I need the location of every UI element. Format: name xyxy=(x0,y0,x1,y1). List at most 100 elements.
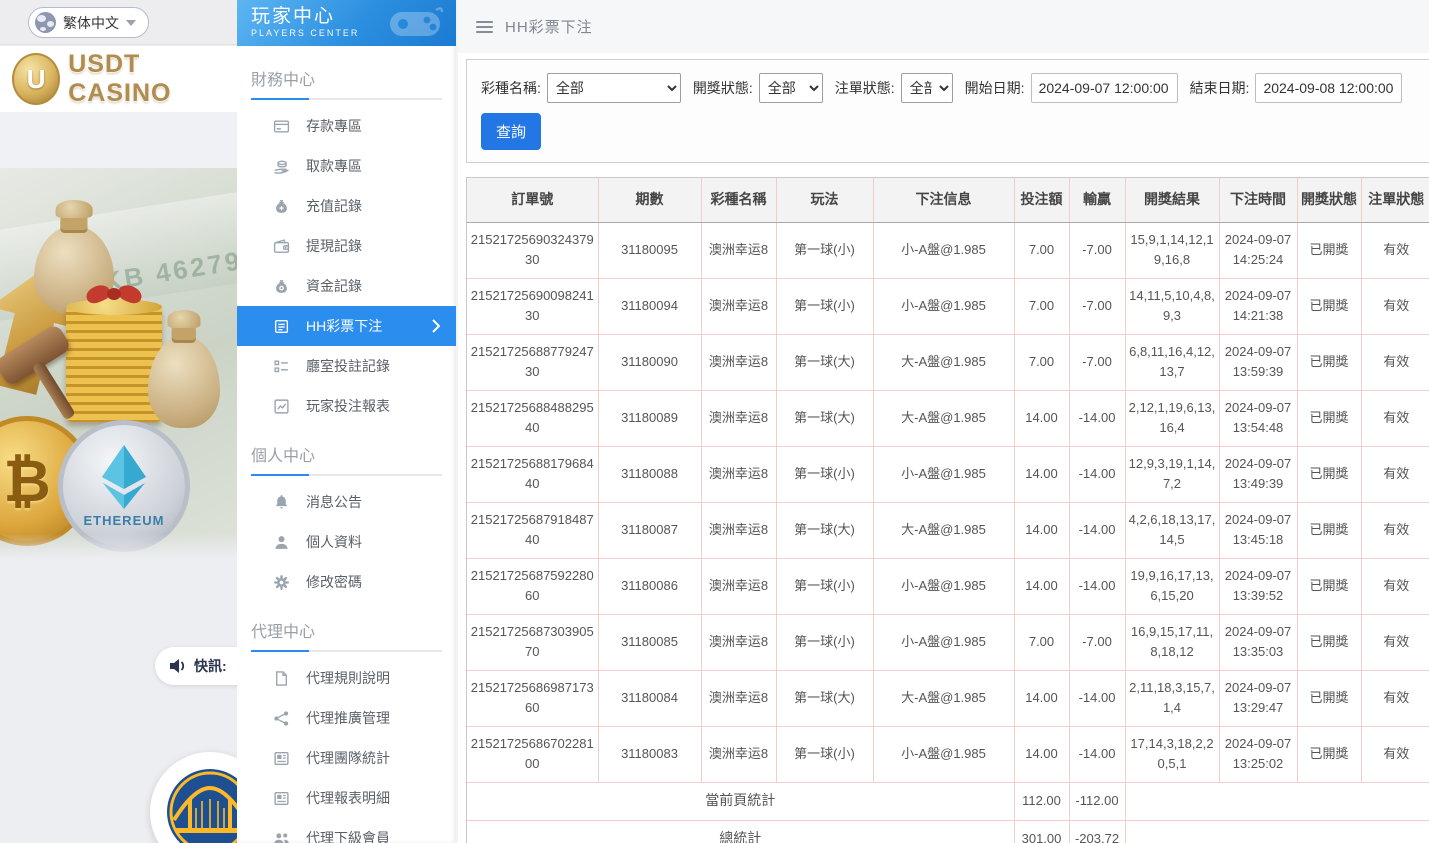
order-status-select[interactable]: 全部 xyxy=(901,73,953,103)
total-empty-cell xyxy=(1125,782,1429,820)
team-badge xyxy=(150,752,237,843)
cell-order-no: 2152172569032437930 xyxy=(467,222,598,278)
cell-draw-status: 已開獎 xyxy=(1297,222,1361,278)
sidebar-section-title: 代理中心 xyxy=(237,602,456,650)
sidebar-item-agent-promotion[interactable]: 代理推廣管理 xyxy=(237,698,456,738)
cell-order-status: 有效 xyxy=(1361,670,1429,726)
cell-win-loss: -7.00 xyxy=(1069,614,1125,670)
card-icon xyxy=(273,118,290,135)
table-row: 215217256875922806031180086澳洲幸运8第一球(小)小-… xyxy=(467,558,1429,614)
cell-draw-result: 19,9,16,17,13,6,15,20 xyxy=(1125,558,1219,614)
lottery-name-select[interactable]: 全部 xyxy=(547,73,681,103)
end-date-label: 結束日期: xyxy=(1190,78,1250,98)
language-selector[interactable]: 繁体中文 xyxy=(28,7,149,38)
brand-logo[interactable]: U USDT CASINO xyxy=(0,46,237,112)
sidebar-item-hh-lottery-bet[interactable]: HH彩票下注 xyxy=(237,306,456,346)
cell-period: 31180086 xyxy=(598,558,701,614)
cell-period: 31180085 xyxy=(598,614,701,670)
sidebar-item-profile[interactable]: 個人資料 xyxy=(237,522,456,562)
cell-bet-amount: 7.00 xyxy=(1014,278,1069,334)
sidebar-item-player-bet-report[interactable]: 玩家投注報表 xyxy=(237,386,456,426)
table-row: 215217256879184874031180087澳洲幸运8第一球(大)大-… xyxy=(467,502,1429,558)
cell-win-loss: -14.00 xyxy=(1069,502,1125,558)
hamburger-icon[interactable] xyxy=(476,21,493,33)
sidebar-menu: 財務中心存款專區取款專區充值記錄提現記錄資金記錄HH彩票下注廳室投註記錄玩家投注… xyxy=(237,46,456,843)
sidebar-item-hall-bet-record[interactable]: 廳室投註記錄 xyxy=(237,346,456,386)
cell-bet-time: 2024-09-07 14:25:24 xyxy=(1219,222,1297,278)
col-header-win-loss: 輸贏 xyxy=(1069,178,1125,222)
sidebar-item-withdraw-record[interactable]: 提現記錄 xyxy=(237,226,456,266)
cell-lottery-name: 澳洲幸运8 xyxy=(701,334,776,390)
cell-bet-time: 2024-09-07 13:25:02 xyxy=(1219,726,1297,782)
draw-status-select[interactable]: 全部 xyxy=(759,73,823,103)
cell-order-status: 有效 xyxy=(1361,222,1429,278)
gear-icon xyxy=(273,574,290,591)
cell-draw-status: 已開獎 xyxy=(1297,390,1361,446)
col-header-draw-status: 開獎狀態 xyxy=(1297,178,1361,222)
sidebar-item-agent-sub-members[interactable]: 代理下級會員 xyxy=(237,818,456,843)
table-row: 215217256903243793031180095澳洲幸运8第一球(小)小-… xyxy=(467,222,1429,278)
sidebar-header: 玩家中心 PLAYERS CENTER xyxy=(237,0,456,46)
end-date-input[interactable] xyxy=(1255,73,1402,103)
cell-lottery-name: 澳洲幸运8 xyxy=(701,446,776,502)
current-page-total-row: 當前頁統計112.00-112.00 xyxy=(467,782,1429,820)
lottery-name-label: 彩種名稱: xyxy=(481,78,541,98)
section-underline xyxy=(251,650,442,652)
bell-icon xyxy=(273,494,290,511)
search-button[interactable]: 查詢 xyxy=(481,113,541,150)
cell-bet-time: 2024-09-07 13:35:03 xyxy=(1219,614,1297,670)
cell-bet-info: 大-A盤@1.985 xyxy=(873,390,1014,446)
sidebar-item-label: 消息公告 xyxy=(306,492,362,512)
chevron-down-icon xyxy=(126,20,136,26)
wallet-icon xyxy=(273,238,290,255)
cell-play: 第一球(小) xyxy=(776,278,873,334)
cell-order-no: 2152172568877924730 xyxy=(467,334,598,390)
cell-play: 第一球(大) xyxy=(776,670,873,726)
basketball-team-logo-icon xyxy=(166,768,237,843)
table-row: 215217256881796844031180088澳洲幸运8第一球(小)小-… xyxy=(467,446,1429,502)
cell-lottery-name: 澳洲幸运8 xyxy=(701,390,776,446)
cell-play: 第一球(小) xyxy=(776,726,873,782)
news-ticker[interactable]: 快訊: xyxy=(155,647,237,685)
sidebar-item-recharge-record[interactable]: 充值記錄 xyxy=(237,186,456,226)
cell-bet-amount: 7.00 xyxy=(1014,334,1069,390)
moneybag-coin-icon xyxy=(273,278,290,295)
cell-bet-info: 小-A盤@1.985 xyxy=(873,446,1014,502)
total-bet-amount: 112.00 xyxy=(1014,782,1069,820)
sidebar-item-deposit-zone[interactable]: 存款專區 xyxy=(237,106,456,146)
cell-period: 31180084 xyxy=(598,670,701,726)
cell-bet-info: 大-A盤@1.985 xyxy=(873,334,1014,390)
speaker-icon xyxy=(169,658,187,674)
start-date-label: 開始日期: xyxy=(965,78,1025,98)
sidebar-item-agent-rules[interactable]: 代理規則說明 xyxy=(237,658,456,698)
sidebar-item-label: 代理報表明細 xyxy=(306,788,390,808)
cell-lottery-name: 澳洲幸运8 xyxy=(701,558,776,614)
sidebar-item-fund-record[interactable]: 資金記錄 xyxy=(237,266,456,306)
cell-bet-time: 2024-09-07 13:54:48 xyxy=(1219,390,1297,446)
sidebar-item-agent-team-stats[interactable]: 代理團隊統計 xyxy=(237,738,456,778)
cell-draw-status: 已開獎 xyxy=(1297,446,1361,502)
ribbon-bow-decor xyxy=(86,286,142,312)
sidebar-item-label: 資金記錄 xyxy=(306,276,362,296)
sidebar-item-announcements[interactable]: 消息公告 xyxy=(237,482,456,522)
cell-bet-info: 小-A盤@1.985 xyxy=(873,558,1014,614)
ethereum-diamond-icon xyxy=(101,445,147,509)
cell-draw-status: 已開獎 xyxy=(1297,670,1361,726)
top-strip: 繁体中文 xyxy=(0,0,237,45)
cell-bet-info: 小-A盤@1.985 xyxy=(873,726,1014,782)
background-band xyxy=(0,112,237,168)
sidebar-item-label: 代理規則說明 xyxy=(306,668,390,688)
cell-win-loss: -7.00 xyxy=(1069,334,1125,390)
cell-bet-time: 2024-09-07 13:39:52 xyxy=(1219,558,1297,614)
cell-bet-amount: 14.00 xyxy=(1014,502,1069,558)
cell-bet-amount: 7.00 xyxy=(1014,222,1069,278)
start-date-input[interactable] xyxy=(1031,73,1178,103)
sidebar-item-change-password[interactable]: 修改密碼 xyxy=(237,562,456,602)
cell-draw-result: 6,8,11,16,4,12,13,7 xyxy=(1125,334,1219,390)
cell-bet-info: 大-A盤@1.985 xyxy=(873,670,1014,726)
col-header-play: 玩法 xyxy=(776,178,873,222)
sidebar-item-agent-report-detail[interactable]: 代理報表明細 xyxy=(237,778,456,818)
total-empty-cell xyxy=(1125,820,1429,843)
sidebar-item-withdraw-zone[interactable]: 取款專區 xyxy=(237,146,456,186)
bets-table: 訂單號期數彩種名稱玩法下注信息投注額輸贏開獎結果下注時間開獎狀態注單狀態 215… xyxy=(467,178,1429,843)
